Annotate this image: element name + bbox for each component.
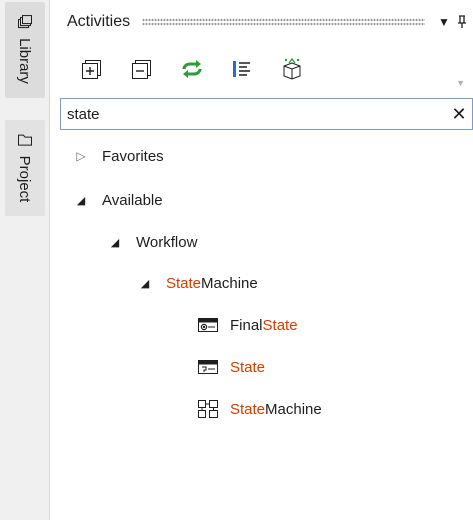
- activity-state-machine[interactable]: State Machine: [196, 395, 322, 423]
- search-box: ✕: [60, 98, 473, 130]
- tree-node-label: Workflow: [136, 233, 198, 251]
- expand-all-button[interactable]: [78, 55, 106, 83]
- filter-button[interactable]: [228, 55, 256, 83]
- search-input[interactable]: [67, 105, 446, 123]
- tree-node-label: Favorites: [102, 147, 164, 165]
- activity-final-state[interactable]: Final State: [196, 311, 298, 339]
- panel-menu-dropdown-icon[interactable]: ▼: [435, 12, 453, 32]
- library-icon: [17, 14, 33, 34]
- state-machine-icon: [196, 399, 220, 419]
- project-tab-label: Project: [16, 155, 34, 203]
- state-icon: [196, 357, 220, 377]
- toolbar-overflow-icon[interactable]: ▼: [456, 78, 465, 88]
- package-button[interactable]: [278, 55, 306, 83]
- final-state-icon: [196, 315, 220, 335]
- project-tab[interactable]: Project: [5, 120, 45, 216]
- search-match-text: State: [262, 316, 298, 334]
- expand-all-icon: [82, 60, 101, 79]
- library-tab-label: Library: [16, 38, 34, 84]
- panel-toolbar: [60, 48, 473, 90]
- library-tab[interactable]: Library: [5, 2, 45, 98]
- package-icon: [283, 57, 301, 80]
- refresh-button[interactable]: [178, 55, 206, 83]
- dock-strip: Library Project: [0, 0, 50, 520]
- refresh-icon: [182, 60, 202, 78]
- list-filter-icon: [233, 61, 250, 77]
- collapse-arrow-icon[interactable]: ◢: [138, 277, 152, 290]
- collapse-arrow-icon[interactable]: ◢: [108, 236, 122, 249]
- titlebar-grip: [142, 18, 425, 26]
- project-icon: [17, 132, 33, 152]
- expand-arrow-icon[interactable]: ▷: [74, 149, 88, 163]
- collapse-all-icon: [132, 60, 151, 79]
- activity-label-suffix: Machine: [265, 400, 322, 418]
- tree-node-label: Machine: [201, 274, 258, 292]
- activities-panel: Activities ▼ ▼ state ✕ ▷ Favorites ◢ Ava…: [60, 0, 473, 520]
- panel-titlebar[interactable]: Activities ▼: [60, 0, 473, 44]
- panel-title: Activities: [67, 13, 131, 30]
- activity-label-prefix: Final: [230, 316, 263, 334]
- search-match-text: State: [230, 400, 266, 418]
- collapse-all-button[interactable]: [128, 55, 156, 83]
- pin-icon[interactable]: [453, 12, 471, 32]
- search-match-text: State: [230, 358, 266, 376]
- tree-node-favorites[interactable]: ▷ Favorites: [74, 142, 164, 170]
- tree-node-state-machine-category[interactable]: ◢ State Machine: [138, 269, 258, 297]
- tree-node-workflow[interactable]: ◢ Workflow: [108, 228, 198, 256]
- clear-search-button[interactable]: ✕: [446, 100, 472, 128]
- tree-node-label: Available: [102, 191, 163, 209]
- search-match-text: State: [166, 274, 202, 292]
- activity-state[interactable]: State: [196, 353, 265, 381]
- collapse-arrow-icon[interactable]: ◢: [74, 194, 88, 207]
- tree-node-available[interactable]: ◢ Available: [74, 186, 163, 214]
